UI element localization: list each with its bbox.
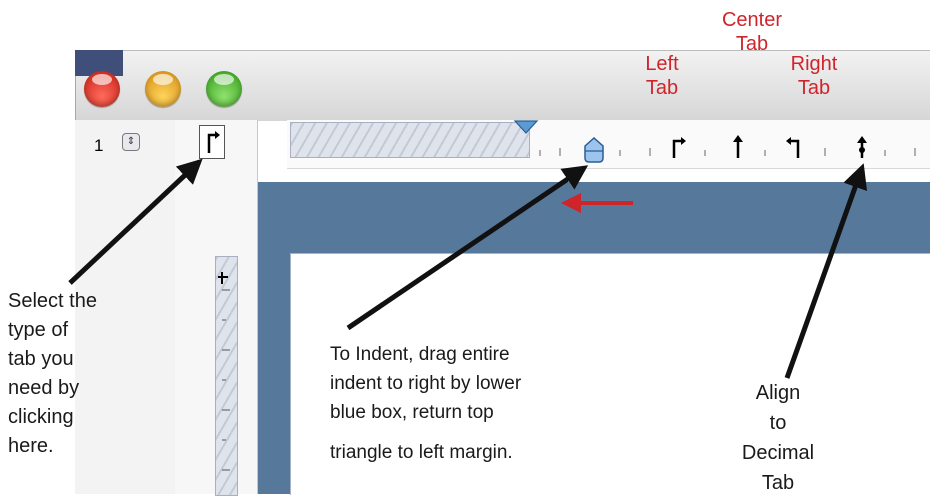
arrow-to-decimal-tab: [784, 163, 868, 379]
right-tab-label: Right Tab: [790, 53, 838, 99]
indent-note-line4: triangle to left margin.: [330, 442, 513, 463]
left-tab-label: Left Tab: [645, 53, 679, 99]
indent-note-line3: blue box, return top: [330, 402, 494, 423]
arrow-to-tab-selector: [68, 158, 203, 285]
indent-note-line1: To Indent, drag entire: [330, 344, 510, 365]
arrow-to-indent-box: [346, 165, 589, 331]
decimal-tab-note: Align to Decimal Tab: [741, 382, 815, 494]
center-tab-label: Center Tab: [721, 9, 783, 55]
select-tab-note: Select the type of tab you need by click…: [8, 290, 97, 457]
indent-note-line2: indent to right by lower: [330, 373, 522, 394]
